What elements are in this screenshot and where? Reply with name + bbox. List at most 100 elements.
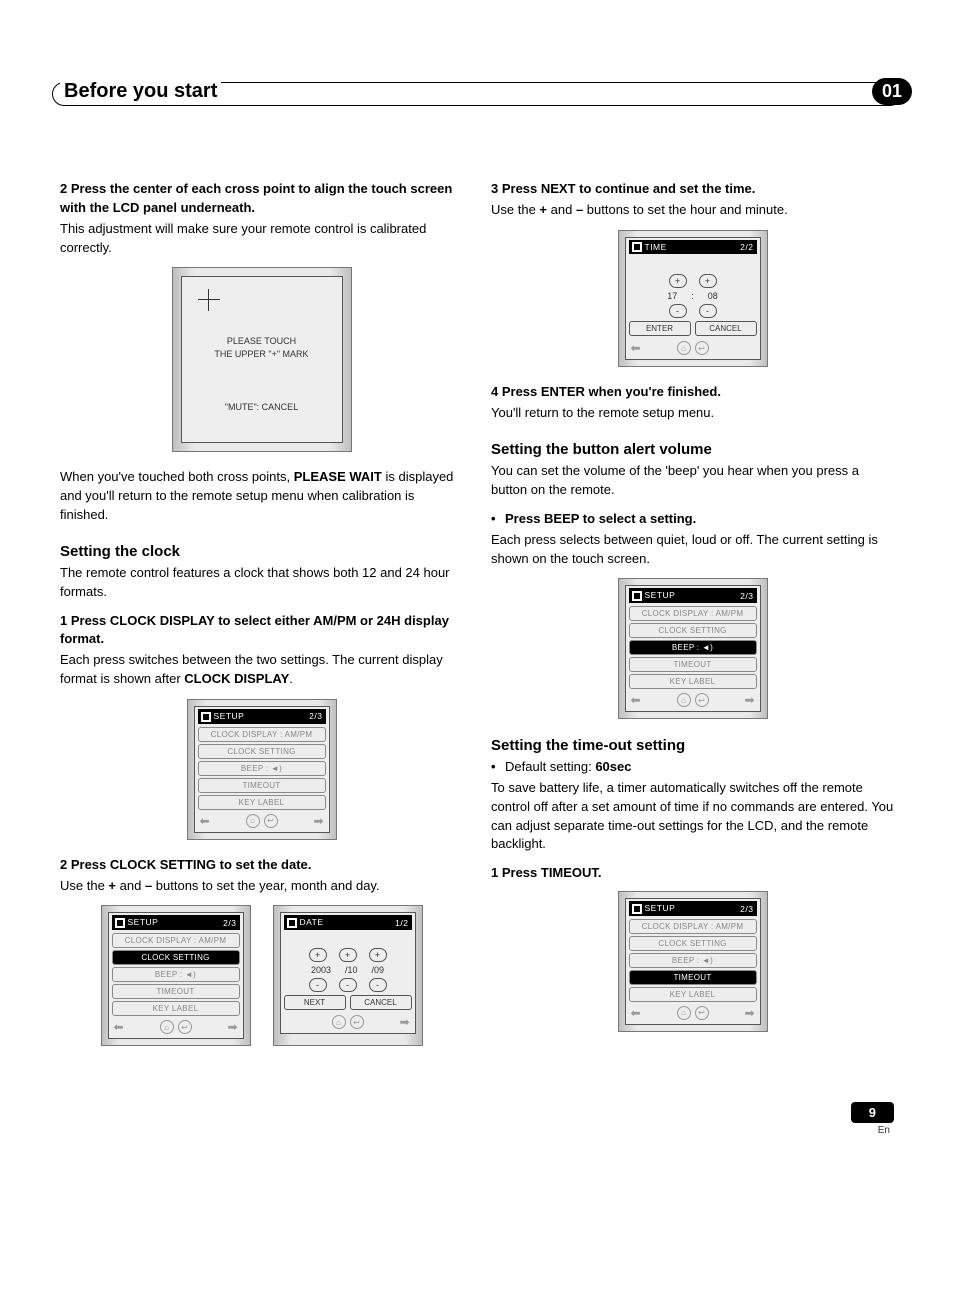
time-plus-row: + + (629, 274, 757, 288)
setup-icon (632, 242, 642, 252)
menu-clock-setting-4[interactable]: CLOCK SETTING (629, 936, 757, 951)
calibration-lcd: PLEASE TOUCH THE UPPER "+" MARK "MUTE": … (172, 267, 352, 452)
menu-timeout-2[interactable]: TIMEOUT (112, 984, 240, 999)
back-icon[interactable]: ↩ (695, 1006, 709, 1020)
back-icon[interactable]: ↩ (178, 1020, 192, 1034)
year-plus-button[interactable]: + (309, 948, 327, 962)
time-title: TIME (645, 242, 667, 252)
right-column: 3 Press NEXT to continue and set the tim… (491, 180, 894, 1062)
arrow-right-icon[interactable]: ➡ (313, 814, 323, 828)
speaker-icon: ◄) (702, 643, 713, 652)
home-icon[interactable]: ⌂ (332, 1015, 346, 1029)
clock-step1-body-bold: CLOCK DISPLAY (184, 671, 289, 686)
menu-clock-display-2[interactable]: CLOCK DISPLAY : AM/PM (112, 933, 240, 948)
volume-heading: Setting the button alert volume (491, 441, 894, 458)
date-title: DATE (300, 917, 324, 927)
menu-clock-display[interactable]: CLOCK DISPLAY : AM/PM (198, 727, 326, 742)
arrow-left-icon[interactable]: ⬅ (114, 1020, 124, 1034)
page-number: 9 (851, 1102, 894, 1123)
day-plus-button[interactable]: + (369, 948, 387, 962)
time-btn-row: ENTER CANCEL (629, 321, 757, 336)
menu-clock-setting-2[interactable]: CLOCK SETTING (112, 950, 240, 965)
home-icon[interactable]: ⌂ (677, 341, 691, 355)
lcd-title-bar-4: SETUP 2/3 (629, 901, 757, 916)
clock-step1-body: Each press switches between the two sett… (60, 651, 463, 689)
calib-text: PLEASE TOUCH THE UPPER "+" MARK (182, 335, 342, 360)
cancel-button[interactable]: CANCEL (695, 321, 757, 336)
home-icon[interactable]: ⌂ (677, 1006, 691, 1020)
cs2-c: buttons to set the year, month and day. (152, 878, 379, 893)
menu-clock-setting-3[interactable]: CLOCK SETTING (629, 623, 757, 638)
menu-key-label-2[interactable]: KEY LABEL (112, 1001, 240, 1016)
bullet-icon: • (491, 758, 496, 777)
setup-icon (201, 712, 211, 722)
back-icon[interactable]: ↩ (350, 1015, 364, 1029)
hour-minus-button[interactable]: - (669, 304, 687, 318)
time-title-bar: TIME 2/2 (629, 240, 757, 255)
next-button[interactable]: NEXT (284, 995, 346, 1010)
lcd-footer-3: ⬅ ⌂ ↩ ➡ (629, 691, 757, 707)
year-value: 2003 (311, 965, 331, 975)
clock-step2-title: 2 Press CLOCK SETTING to set the date. (60, 856, 463, 875)
minute-minus-button[interactable]: - (699, 304, 717, 318)
lcd-title-4: SETUP (645, 903, 676, 913)
menu-key-label[interactable]: KEY LABEL (198, 795, 326, 810)
volume-body: You can set the volume of the 'beep' you… (491, 462, 894, 500)
page-lang: En (60, 1125, 890, 1136)
lcd-title: SETUP (214, 711, 245, 721)
minute-plus-button[interactable]: + (699, 274, 717, 288)
arrow-right-icon[interactable]: ➡ (744, 693, 754, 707)
home-icon[interactable]: ⌂ (677, 693, 691, 707)
volume-body2: Each press selects between quiet, loud o… (491, 531, 894, 569)
arrow-right-icon[interactable]: ➡ (227, 1020, 237, 1034)
back-icon[interactable]: ↩ (695, 341, 709, 355)
home-icon[interactable]: ⌂ (160, 1020, 174, 1034)
timeout-heading: Setting the time-out setting (491, 737, 894, 754)
menu-key-label-4[interactable]: KEY LABEL (629, 987, 757, 1002)
menu-timeout-4[interactable]: TIMEOUT (629, 970, 757, 985)
month-value: /10 (345, 965, 358, 975)
timeout-bullet-a: Default setting: (505, 759, 595, 774)
bullet-icon: • (491, 510, 496, 529)
arrow-left-icon[interactable]: ⬅ (631, 1006, 641, 1020)
menu-clock-display-3[interactable]: CLOCK DISPLAY : AM/PM (629, 606, 757, 621)
day-minus-button[interactable]: - (369, 978, 387, 992)
lcd-title-bar-3: SETUP 2/3 (629, 588, 757, 603)
back-icon[interactable]: ↩ (695, 693, 709, 707)
menu-beep-3[interactable]: BEEP : ◄) (629, 640, 757, 655)
home-icon[interactable]: ⌂ (246, 814, 260, 828)
month-minus-button[interactable]: - (339, 978, 357, 992)
arrow-right-icon[interactable]: ➡ (744, 1006, 754, 1020)
arrow-left-icon[interactable]: ⬅ (200, 814, 210, 828)
speaker-icon: ◄) (271, 764, 282, 773)
date-footer: ⬅ ⌂ ↩ ➡ (284, 1013, 412, 1029)
menu-timeout[interactable]: TIMEOUT (198, 778, 326, 793)
time-footer: ⬅ ⌂ ↩ ➡ (629, 339, 757, 355)
menu-timeout-3[interactable]: TIMEOUT (629, 657, 757, 672)
menu-clock-display-4[interactable]: CLOCK DISPLAY : AM/PM (629, 919, 757, 934)
menu-beep[interactable]: BEEP : ◄) (198, 761, 326, 776)
cancel-button[interactable]: CANCEL (350, 995, 412, 1010)
year-minus-button[interactable]: - (309, 978, 327, 992)
date-plus-row: + + + (284, 948, 412, 962)
page-header: Before you start 01 (60, 80, 894, 110)
setup-lcd-2: SETUP 2/3 CLOCK DISPLAY : AM/PM CLOCK SE… (101, 905, 251, 1046)
arrow-right-icon[interactable]: ➡ (399, 1015, 409, 1029)
date-values: 2003 /10 /09 (284, 965, 412, 975)
menu-beep-4[interactable]: BEEP : ◄) (629, 953, 757, 968)
arrow-left-icon[interactable]: ⬅ (631, 693, 641, 707)
month-plus-button[interactable]: + (339, 948, 357, 962)
hour-plus-button[interactable]: + (669, 274, 687, 288)
menu-key-label-3[interactable]: KEY LABEL (629, 674, 757, 689)
lcd-title-3: SETUP (645, 590, 676, 600)
time-sep: : (691, 291, 694, 301)
menu-beep-2[interactable]: BEEP : ◄) (112, 967, 240, 982)
enter-button[interactable]: ENTER (629, 321, 691, 336)
after-calib-a: When you've touched both cross points, (60, 469, 294, 484)
menu-clock-setting[interactable]: CLOCK SETTING (198, 744, 326, 759)
arrow-left-icon[interactable]: ⬅ (631, 341, 641, 355)
hour-value: 17 (667, 291, 677, 301)
back-icon[interactable]: ↩ (264, 814, 278, 828)
clock-step1-body-b: . (289, 671, 293, 686)
calib-cancel: "MUTE": CANCEL (182, 402, 342, 412)
